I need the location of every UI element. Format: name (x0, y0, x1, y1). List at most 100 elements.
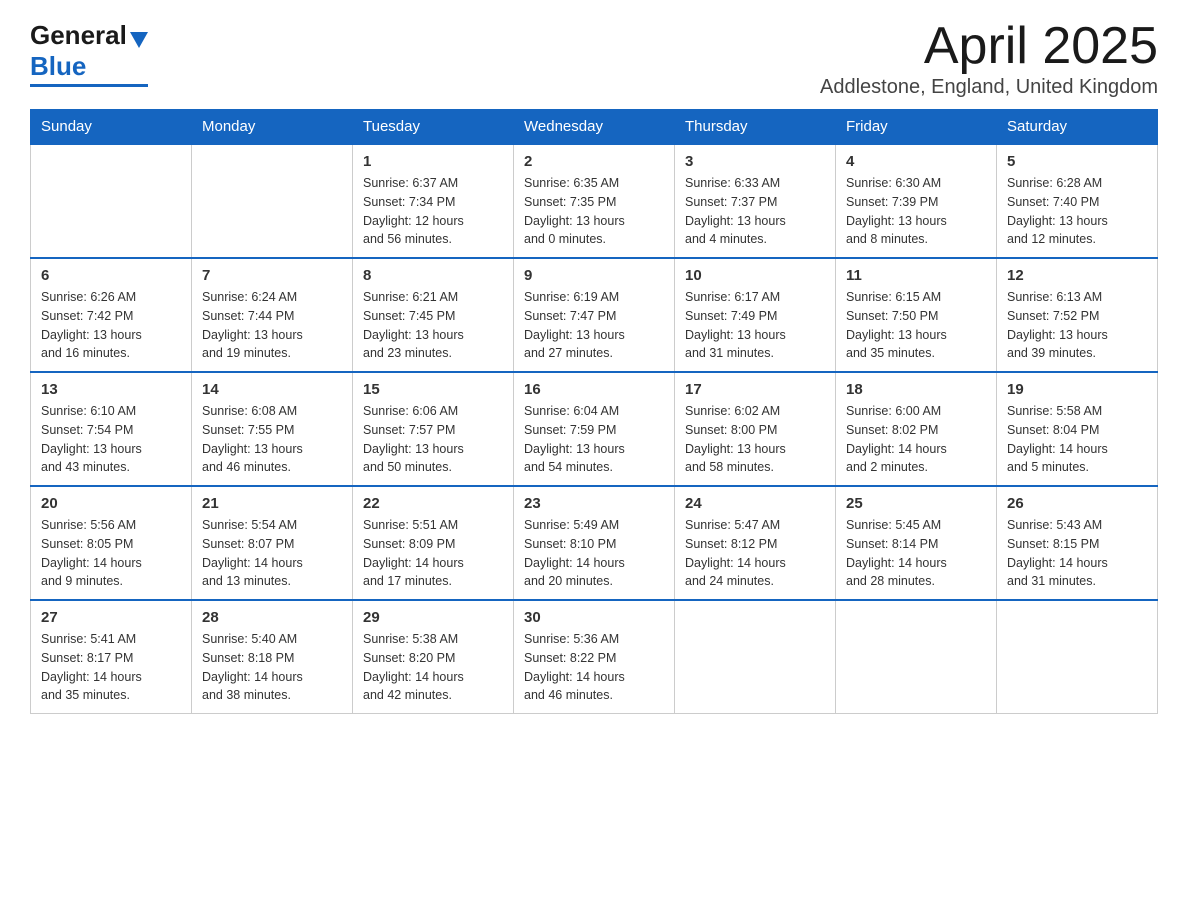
day-info: Sunrise: 6:13 AM Sunset: 7:52 PM Dayligh… (1007, 288, 1147, 363)
day-number: 29 (363, 609, 503, 626)
day-number: 26 (1007, 495, 1147, 512)
day-number: 23 (524, 495, 664, 512)
day-number: 16 (524, 381, 664, 398)
calendar-cell: 4 Sunrise: 6:30 AM Sunset: 7:39 PM Daylig… (836, 144, 997, 258)
header-row: SundayMondayTuesdayWednesdayThursdayFrid… (31, 110, 1158, 145)
day-number: 6 (41, 267, 181, 284)
day-info: Sunrise: 5:43 AM Sunset: 8:15 PM Dayligh… (1007, 516, 1147, 591)
day-header-saturday: Saturday (997, 110, 1158, 145)
day-info: Sunrise: 6:19 AM Sunset: 7:47 PM Dayligh… (524, 288, 664, 363)
location-text: Addlestone, England, United Kingdom (820, 76, 1158, 99)
logo-general-text: General (30, 20, 127, 51)
day-number: 25 (846, 495, 986, 512)
week-row-3: 13 Sunrise: 6:10 AM Sunset: 7:54 PM Dayli… (31, 372, 1158, 486)
calendar-cell: 28Sunrise: 5:40 AM Sunset: 8:18 PM Dayli… (192, 600, 353, 714)
day-info: Sunrise: 6:35 AM Sunset: 7:35 PM Dayligh… (524, 174, 664, 249)
day-number: 21 (202, 495, 342, 512)
day-info: Sunrise: 6:28 AM Sunset: 7:40 PM Dayligh… (1007, 174, 1147, 249)
day-number: 2 (524, 153, 664, 170)
day-number: 9 (524, 267, 664, 284)
day-info: Sunrise: 5:49 AM Sunset: 8:10 PM Dayligh… (524, 516, 664, 591)
calendar-cell: 7Sunrise: 6:24 AM Sunset: 7:44 PM Daylig… (192, 258, 353, 372)
day-number: 13 (41, 381, 181, 398)
day-info: Sunrise: 5:41 AM Sunset: 8:17 PM Dayligh… (41, 630, 181, 705)
day-info: Sunrise: 6:02 AM Sunset: 8:00 PM Dayligh… (685, 402, 825, 477)
day-info: Sunrise: 6:26 AM Sunset: 7:42 PM Dayligh… (41, 288, 181, 363)
calendar-cell (675, 600, 836, 714)
day-info: Sunrise: 5:47 AM Sunset: 8:12 PM Dayligh… (685, 516, 825, 591)
calendar-cell: 22 Sunrise: 5:51 AM Sunset: 8:09 PM Dayli… (353, 486, 514, 600)
day-number: 10 (685, 267, 825, 284)
day-number: 8 (363, 267, 503, 284)
day-info: Sunrise: 6:08 AM Sunset: 7:55 PM Dayligh… (202, 402, 342, 477)
calendar-cell: 16 Sunrise: 6:04 AM Sunset: 7:59 PM Dayli… (514, 372, 675, 486)
calendar-cell: 1 Sunrise: 6:37 AM Sunset: 7:34 PM Daylig… (353, 144, 514, 258)
logo-triangle-icon (130, 32, 148, 48)
day-number: 15 (363, 381, 503, 398)
day-info: Sunrise: 5:51 AM Sunset: 8:09 PM Dayligh… (363, 516, 503, 591)
calendar-cell: 18 Sunrise: 6:00 AM Sunset: 8:02 PM Dayli… (836, 372, 997, 486)
logo-blue-text: Blue (30, 51, 86, 82)
day-info: Sunrise: 5:38 AM Sunset: 8:20 PM Dayligh… (363, 630, 503, 705)
page-header: General Blue April 2025 Addlestone, Engl… (30, 20, 1158, 99)
day-info: Sunrise: 6:21 AM Sunset: 7:45 PM Dayligh… (363, 288, 503, 363)
week-row-4: 20Sunrise: 5:56 AM Sunset: 8:05 PM Dayli… (31, 486, 1158, 600)
calendar-cell (31, 144, 192, 258)
logo: General Blue (30, 20, 148, 87)
calendar-cell: 9 Sunrise: 6:19 AM Sunset: 7:47 PM Daylig… (514, 258, 675, 372)
week-row-1: 1 Sunrise: 6:37 AM Sunset: 7:34 PM Daylig… (31, 144, 1158, 258)
day-number: 7 (202, 267, 342, 284)
day-number: 20 (41, 495, 181, 512)
day-info: Sunrise: 6:37 AM Sunset: 7:34 PM Dayligh… (363, 174, 503, 249)
day-number: 27 (41, 609, 181, 626)
day-info: Sunrise: 5:36 AM Sunset: 8:22 PM Dayligh… (524, 630, 664, 705)
calendar-cell (836, 600, 997, 714)
day-info: Sunrise: 5:45 AM Sunset: 8:14 PM Dayligh… (846, 516, 986, 591)
day-number: 28 (202, 609, 342, 626)
calendar-cell: 27 Sunrise: 5:41 AM Sunset: 8:17 PM Dayli… (31, 600, 192, 714)
title-section: April 2025 Addlestone, England, United K… (820, 20, 1158, 99)
calendar-cell: 23 Sunrise: 5:49 AM Sunset: 8:10 PM Dayli… (514, 486, 675, 600)
day-info: Sunrise: 6:30 AM Sunset: 7:39 PM Dayligh… (846, 174, 986, 249)
calendar-cell: 29 Sunrise: 5:38 AM Sunset: 8:20 PM Dayli… (353, 600, 514, 714)
calendar-cell: 8 Sunrise: 6:21 AM Sunset: 7:45 PM Daylig… (353, 258, 514, 372)
day-header-sunday: Sunday (31, 110, 192, 145)
week-row-2: 6 Sunrise: 6:26 AM Sunset: 7:42 PM Daylig… (31, 258, 1158, 372)
calendar-cell: 21 Sunrise: 5:54 AM Sunset: 8:07 PM Dayli… (192, 486, 353, 600)
calendar-cell: 25 Sunrise: 5:45 AM Sunset: 8:14 PM Dayli… (836, 486, 997, 600)
calendar-cell: 20Sunrise: 5:56 AM Sunset: 8:05 PM Dayli… (31, 486, 192, 600)
day-header-tuesday: Tuesday (353, 110, 514, 145)
day-number: 19 (1007, 381, 1147, 398)
day-info: Sunrise: 6:04 AM Sunset: 7:59 PM Dayligh… (524, 402, 664, 477)
calendar-cell: 26 Sunrise: 5:43 AM Sunset: 8:15 PM Dayli… (997, 486, 1158, 600)
day-info: Sunrise: 6:33 AM Sunset: 7:37 PM Dayligh… (685, 174, 825, 249)
day-number: 12 (1007, 267, 1147, 284)
calendar-cell (997, 600, 1158, 714)
day-number: 30 (524, 609, 664, 626)
day-info: Sunrise: 5:54 AM Sunset: 8:07 PM Dayligh… (202, 516, 342, 591)
day-number: 14 (202, 381, 342, 398)
day-header-wednesday: Wednesday (514, 110, 675, 145)
day-info: Sunrise: 6:15 AM Sunset: 7:50 PM Dayligh… (846, 288, 986, 363)
calendar-cell (192, 144, 353, 258)
day-number: 3 (685, 153, 825, 170)
day-info: Sunrise: 6:00 AM Sunset: 8:02 PM Dayligh… (846, 402, 986, 477)
day-number: 11 (846, 267, 986, 284)
calendar-cell: 10 Sunrise: 6:17 AM Sunset: 7:49 PM Dayli… (675, 258, 836, 372)
calendar-cell: 15Sunrise: 6:06 AM Sunset: 7:57 PM Dayli… (353, 372, 514, 486)
calendar-table: SundayMondayTuesdayWednesdayThursdayFrid… (30, 109, 1158, 714)
day-header-friday: Friday (836, 110, 997, 145)
day-number: 17 (685, 381, 825, 398)
month-title: April 2025 (820, 20, 1158, 72)
day-number: 1 (363, 153, 503, 170)
day-info: Sunrise: 6:10 AM Sunset: 7:54 PM Dayligh… (41, 402, 181, 477)
day-info: Sunrise: 6:17 AM Sunset: 7:49 PM Dayligh… (685, 288, 825, 363)
day-number: 22 (363, 495, 503, 512)
calendar-cell: 17 Sunrise: 6:02 AM Sunset: 8:00 PM Dayli… (675, 372, 836, 486)
day-number: 4 (846, 153, 986, 170)
day-header-monday: Monday (192, 110, 353, 145)
calendar-cell: 6 Sunrise: 6:26 AM Sunset: 7:42 PM Daylig… (31, 258, 192, 372)
day-number: 18 (846, 381, 986, 398)
calendar-cell: 13 Sunrise: 6:10 AM Sunset: 7:54 PM Dayli… (31, 372, 192, 486)
calendar-cell: 2 Sunrise: 6:35 AM Sunset: 7:35 PM Daylig… (514, 144, 675, 258)
